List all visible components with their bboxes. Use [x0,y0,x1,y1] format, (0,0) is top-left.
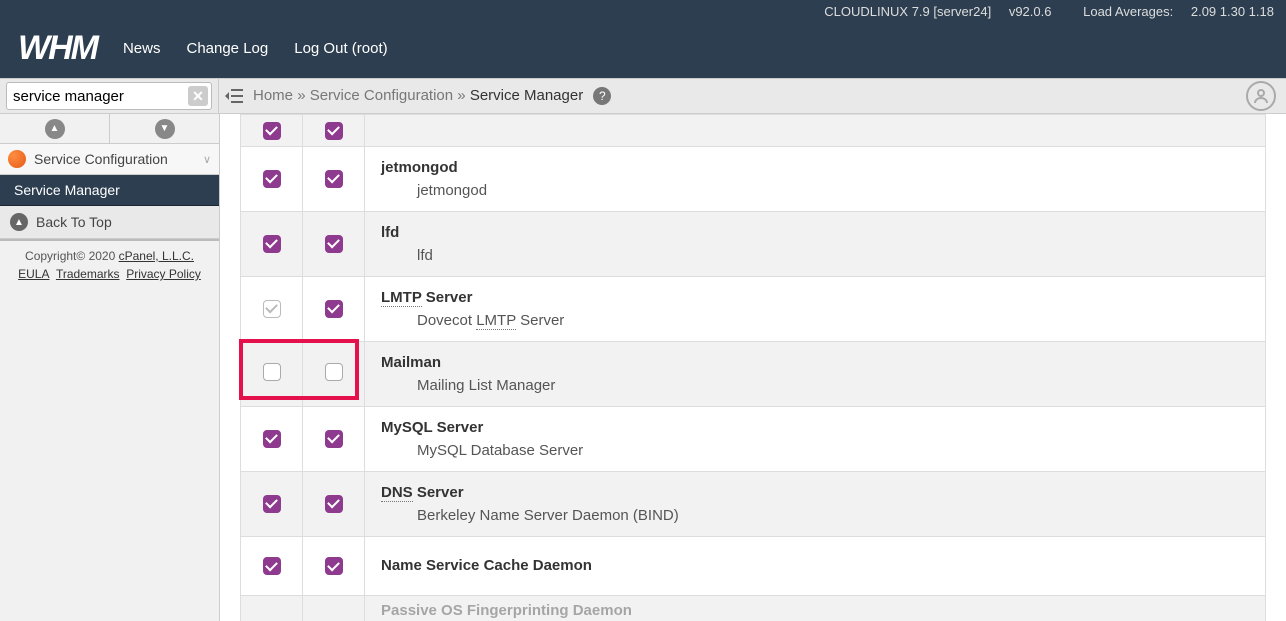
link-eula[interactable]: EULA [18,267,49,281]
nav-news[interactable]: News [123,40,161,57]
sidebar-footer: Copyright© 2020 cPanel, L.L.C. EULA Trad… [0,239,219,289]
os-label: CLOUDLINUX 7.9 [server24] [824,4,991,19]
service-row-row0 [241,115,1266,147]
service-title: MySQL Server [381,419,1249,436]
sidebar-collapse-row: ▲ ▼ [0,114,219,144]
top-nav: WHM News Change Log Log Out (root) [0,19,1286,78]
breadcrumb: Home » Service Configuration » Service M… [249,87,1246,105]
checkbox[interactable] [263,300,281,318]
checkbox[interactable] [263,170,281,188]
chevron-down-icon: ∨ [203,153,211,166]
collapse-all-button[interactable]: ▲ [0,114,110,143]
crumb-current: Service Manager [470,87,583,104]
gear-icon [8,150,26,168]
service-subtitle: lfd [381,247,1249,264]
service-subtitle: Dovecot LMTP Server [381,312,1249,329]
nav-logout[interactable]: Log Out (root) [294,40,387,57]
service-subtitle: Mailing List Manager [381,377,1249,394]
status-bar: CLOUDLINUX 7.9 [server24] v92.0.6 Load A… [0,0,1286,19]
services-table: jetmongod jetmongod lfd lfd LMTP Server Dovec… [240,114,1266,621]
sidebar-item-back-to-top[interactable]: ▲ Back To Top [0,206,219,239]
service-row-mailman: Mailman Mailing List Manager [241,341,1266,406]
app-header: CLOUDLINUX 7.9 [server24] v92.0.6 Load A… [0,0,1286,78]
sidebar-item-service-manager[interactable]: Service Manager [0,175,219,206]
link-trademarks[interactable]: Trademarks [56,267,120,281]
service-row-p0f: Passive OS Fingerprinting Daemon [241,596,1266,621]
sidebar-toggle-icon[interactable] [219,89,249,103]
help-icon[interactable]: ? [593,87,611,105]
user-menu-icon[interactable] [1246,81,1276,111]
main-content: jetmongod jetmongod lfd lfd LMTP Server Dovec… [220,114,1286,621]
service-title: Passive OS Fingerprinting Daemon [381,602,1249,619]
checkbox[interactable] [263,122,281,140]
service-row-lmtp: LMTP Server Dovecot LMTP Server [241,276,1266,341]
service-title: DNS Server [381,484,1249,501]
nav-changelog[interactable]: Change Log [186,40,268,57]
checkbox[interactable] [325,430,343,448]
service-subtitle: jetmongod [381,182,1249,199]
checkbox[interactable] [263,495,281,513]
service-title: LMTP Server [381,289,1249,306]
checkbox[interactable] [325,557,343,575]
service-row-mysql: MySQL Server MySQL Database Server [241,406,1266,471]
checkbox[interactable] [325,300,343,318]
search-clear-icon[interactable]: ✕ [188,86,208,106]
breadcrumb-bar: ✕ Home » Service Configuration » Service… [0,78,1286,114]
search-wrap: ✕ [0,78,219,114]
checkbox[interactable] [325,363,343,381]
checkbox[interactable] [263,363,281,381]
sidebar: ▲ ▼ Service Configuration ∨ Service Mana… [0,114,220,621]
checkbox[interactable] [325,235,343,253]
expand-all-button[interactable]: ▼ [110,114,219,143]
checkbox[interactable] [325,122,343,140]
sidebar-category-label: Service Configuration [34,151,168,167]
whm-logo[interactable]: WHM [18,29,97,68]
service-subtitle: Berkeley Name Server Daemon (BIND) [381,507,1249,524]
link-cpanel[interactable]: cPanel, L.L.C. [119,249,194,263]
link-privacy[interactable]: Privacy Policy [126,267,201,281]
service-row-dns: DNS Server Berkeley Name Server Daemon (B… [241,471,1266,536]
checkbox[interactable] [263,557,281,575]
checkbox[interactable] [263,235,281,253]
service-title: Mailman [381,354,1249,371]
service-title: lfd [381,224,1249,241]
sidebar-category-service-config[interactable]: Service Configuration ∨ [0,144,219,175]
checkbox[interactable] [263,430,281,448]
checkbox[interactable] [325,170,343,188]
service-row-nscd: Name Service Cache Daemon [241,536,1266,596]
service-title: jetmongod [381,159,1249,176]
crumb-home[interactable]: Home [253,87,293,104]
service-row-jetmongod: jetmongod jetmongod [241,146,1266,211]
checkbox[interactable] [325,495,343,513]
load-averages: Load Averages: 2.09 1.30 1.18 [1069,4,1274,19]
search-input[interactable] [6,82,212,110]
service-row-lfd: lfd lfd [241,211,1266,276]
service-subtitle: MySQL Database Server [381,442,1249,459]
service-title: Name Service Cache Daemon [381,557,1249,574]
arrow-up-icon: ▲ [10,213,28,231]
version-label: v92.0.6 [1009,4,1052,19]
crumb-category[interactable]: Service Configuration [310,87,453,104]
